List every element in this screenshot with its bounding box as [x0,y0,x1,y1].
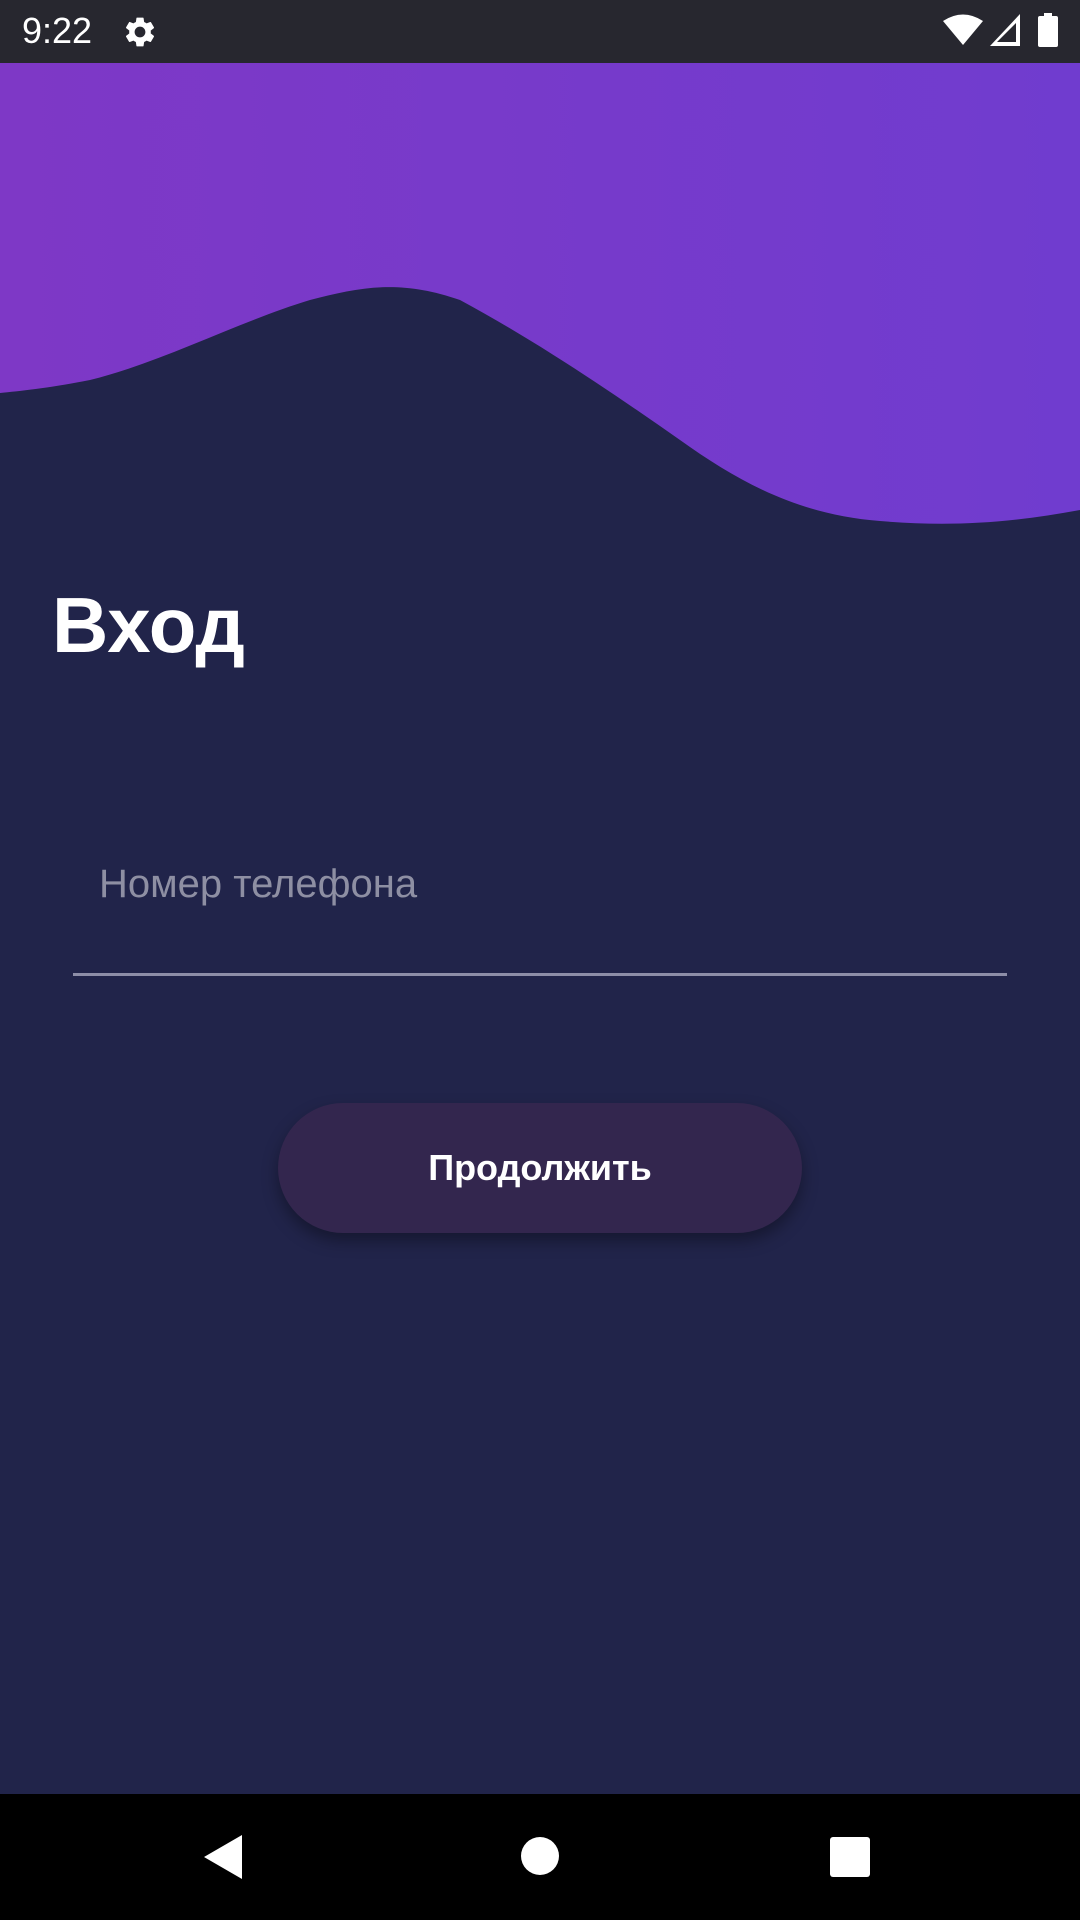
recent-apps-icon[interactable] [830,1837,870,1877]
page-title: Вход [52,581,245,669]
signal-icon [990,14,1020,46]
continue-button[interactable]: Продолжить [278,1103,802,1233]
back-icon[interactable] [204,1835,244,1879]
battery-icon [1038,13,1058,47]
status-bar: 9:22 [0,0,1080,63]
home-icon[interactable] [520,1836,560,1876]
phone-input[interactable] [99,850,979,918]
wifi-icon [943,14,983,45]
header-wave [0,63,1080,524]
phone-field[interactable] [73,850,1007,976]
navigation-bar [0,1794,1080,1920]
status-time: 9:22 [22,10,93,51]
gear-icon [125,17,155,47]
